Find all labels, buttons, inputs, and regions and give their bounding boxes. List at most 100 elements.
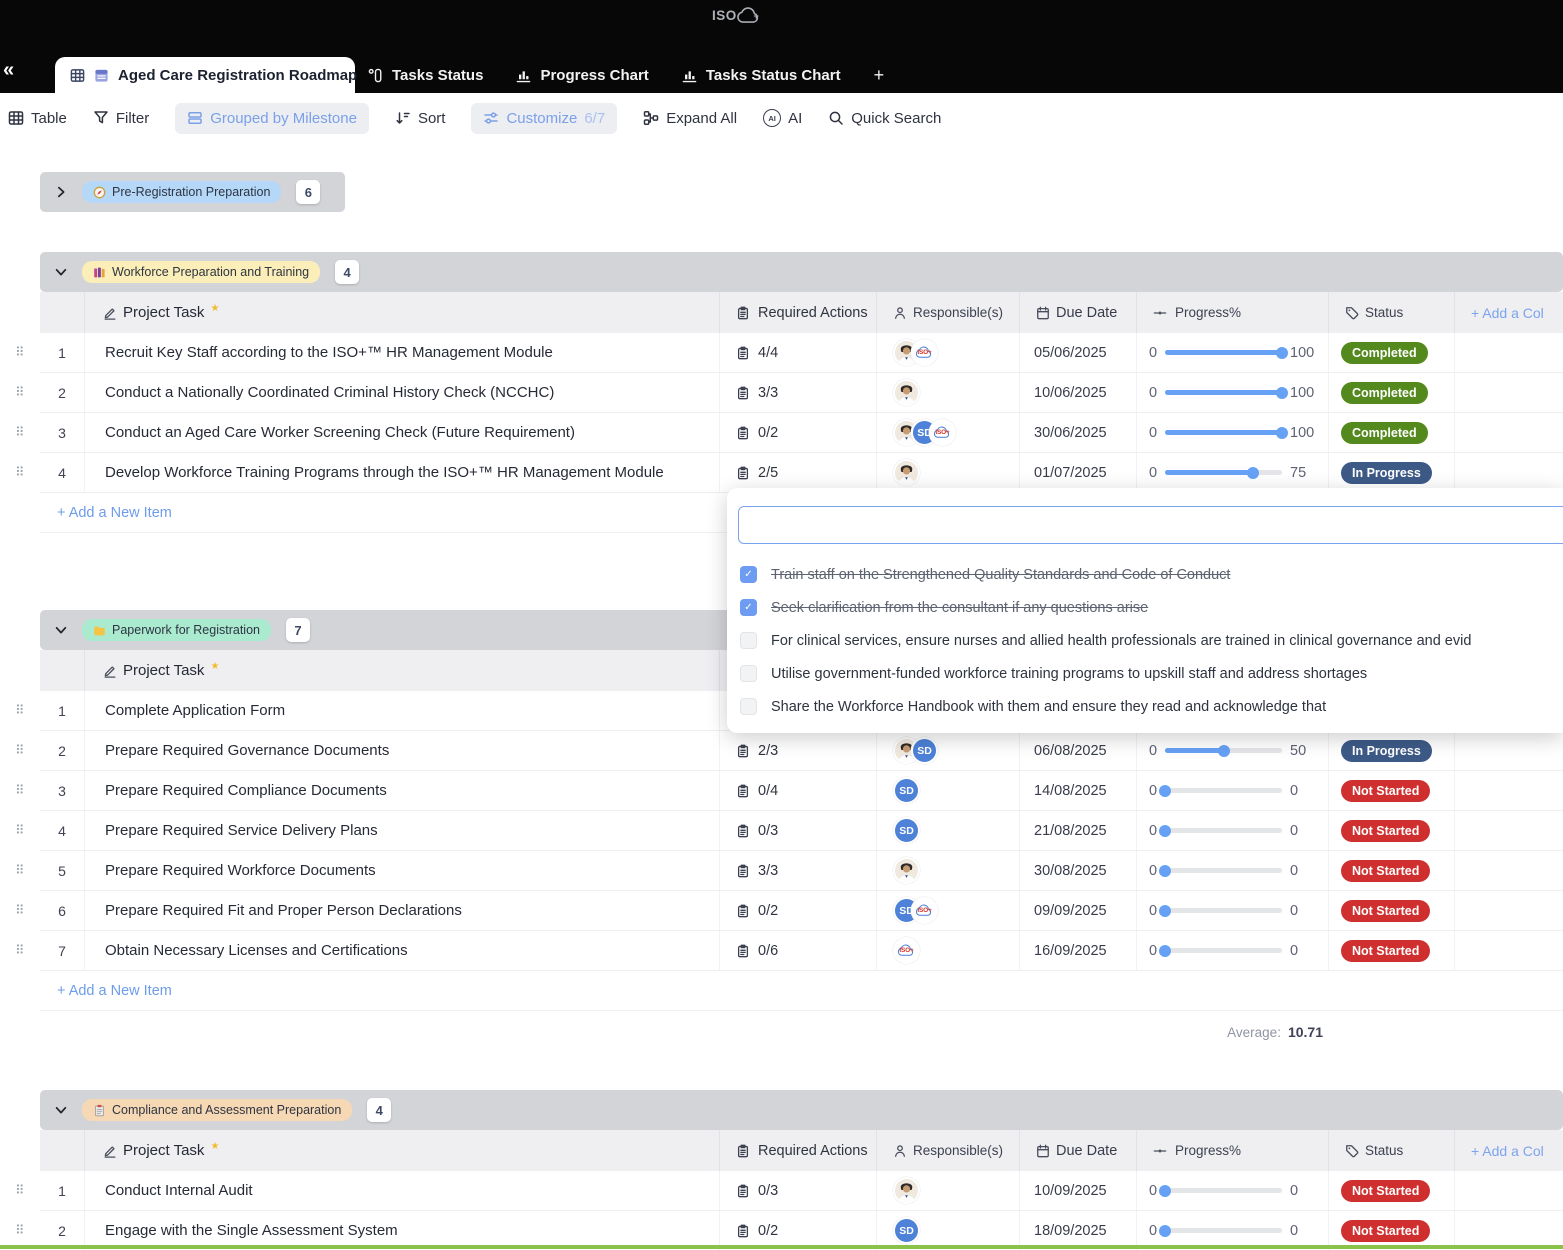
chevron-down-icon[interactable] <box>40 623 82 637</box>
due-date-cell[interactable]: 09/09/2025 <box>1020 891 1137 930</box>
status-badge[interactable]: Not Started <box>1341 820 1430 842</box>
progress-slider[interactable] <box>1165 1228 1282 1233</box>
progress-cell[interactable]: 0 0 <box>1137 891 1329 930</box>
tab-aged-care-registration-roadmap[interactable]: Aged Care Registration Roadmap <box>55 57 355 93</box>
required-actions-cell[interactable]: 0/3 <box>720 811 877 850</box>
ai-button[interactable]: AI AI <box>763 109 802 127</box>
progress-slider[interactable] <box>1165 868 1282 873</box>
drag-handle-icon[interactable]: ⠿ <box>15 903 25 918</box>
required-actions-cell[interactable]: 2/3 <box>720 731 877 770</box>
avatar-person[interactable] <box>893 857 920 884</box>
due-date-cell[interactable]: 05/06/2025 <box>1020 333 1137 372</box>
add-new-item-button[interactable]: + Add a New Item <box>40 971 1563 1011</box>
due-date-cell[interactable]: 10/09/2025 <box>1020 1171 1137 1210</box>
checkbox[interactable] <box>740 698 757 715</box>
required-actions-cell[interactable]: 2/5 <box>720 453 877 492</box>
task-cell[interactable]: Conduct an Aged Care Worker Screening Ch… <box>85 413 720 452</box>
required-actions-cell[interactable]: 4/4 <box>720 333 877 372</box>
progress-cell[interactable]: 0 75 <box>1137 453 1329 492</box>
required-actions-cell[interactable]: 0/4 <box>720 771 877 810</box>
task-cell[interactable]: Prepare Required Governance Documents <box>85 731 720 770</box>
status-badge[interactable]: Not Started <box>1341 860 1430 882</box>
expand-all-button[interactable]: Expand All <box>643 110 737 127</box>
progress-slider[interactable] <box>1165 828 1282 833</box>
progress-slider[interactable] <box>1165 470 1282 475</box>
progress-cell[interactable]: 0 100 <box>1137 333 1329 372</box>
progress-cell[interactable]: 0 100 <box>1137 373 1329 412</box>
task-cell[interactable]: Prepare Required Workforce Documents <box>85 851 720 890</box>
task-cell[interactable]: Develop Workforce Training Programs thro… <box>85 453 720 492</box>
avatar-person[interactable] <box>893 1177 920 1204</box>
status-cell[interactable]: Not Started <box>1329 1171 1455 1210</box>
due-date-cell[interactable]: 16/09/2025 <box>1020 931 1137 970</box>
checkbox-checked[interactable]: ✓ <box>740 566 757 583</box>
responsibles-cell[interactable]: SD <box>877 731 1020 770</box>
responsibles-cell[interactable] <box>877 1171 1020 1210</box>
column-status[interactable]: Status <box>1329 292 1455 333</box>
column-due-date[interactable]: Due Date <box>1020 292 1137 333</box>
column-required-actions[interactable]: Required Actions <box>720 1130 877 1171</box>
progress-cell[interactable]: 0 100 <box>1137 413 1329 452</box>
drag-handle-icon[interactable]: ⠿ <box>15 385 25 400</box>
tab-tasks-status-chart[interactable]: Tasks Status Chart <box>682 67 841 84</box>
due-date-cell[interactable]: 30/08/2025 <box>1020 851 1137 890</box>
avatar-sd[interactable]: SD <box>911 737 938 764</box>
due-date-cell[interactable]: 06/08/2025 <box>1020 731 1137 770</box>
progress-cell[interactable]: 0 0 <box>1137 931 1329 970</box>
drag-handle-icon[interactable]: ⠿ <box>15 1223 25 1238</box>
progress-cell[interactable]: 0 0 <box>1137 1171 1329 1210</box>
status-cell[interactable]: In Progress <box>1329 453 1455 492</box>
drag-handle-icon[interactable]: ⠿ <box>15 823 25 838</box>
drag-handle-icon[interactable]: ⠿ <box>15 1183 25 1198</box>
responsibles-cell[interactable]: SD <box>877 811 1020 850</box>
status-cell[interactable]: Completed <box>1329 373 1455 412</box>
drag-handle-icon[interactable]: ⠿ <box>15 425 25 440</box>
drag-handle-icon[interactable]: ⠿ <box>15 743 25 758</box>
filter-button[interactable]: Filter <box>93 110 149 127</box>
progress-slider[interactable] <box>1165 430 1282 435</box>
task-cell[interactable]: Prepare Required Service Delivery Plans <box>85 811 720 850</box>
avatar-iso[interactable]: ISO+ <box>929 419 956 446</box>
task-cell[interactable]: Prepare Required Fit and Proper Person D… <box>85 891 720 930</box>
responsibles-cell[interactable]: ISO+ <box>877 931 1020 970</box>
column-project-task[interactable]: Project Task ★ <box>85 292 720 333</box>
status-badge[interactable]: Not Started <box>1341 1220 1430 1242</box>
group-header[interactable]: Workforce Preparation and Training 4 <box>40 252 1563 292</box>
chevron-down-icon[interactable] <box>40 265 82 279</box>
progress-slider[interactable] <box>1165 390 1282 395</box>
avatar-iso[interactable]: ISO+ <box>893 937 920 964</box>
task-cell[interactable]: Recruit Key Staff according to the ISO+™… <box>85 333 720 372</box>
responsibles-cell[interactable]: SD <box>877 771 1020 810</box>
column-due-date[interactable]: Due Date <box>1020 1130 1137 1171</box>
responsibles-cell[interactable] <box>877 453 1020 492</box>
status-badge[interactable]: Not Started <box>1341 940 1430 962</box>
required-actions-cell[interactable]: 0/6 <box>720 931 877 970</box>
avatar-iso[interactable]: ISO+ <box>911 897 938 924</box>
avatar-person[interactable] <box>893 379 920 406</box>
drag-handle-icon[interactable]: ⠿ <box>15 703 25 718</box>
responsibles-cell[interactable]: ISO+ <box>877 333 1020 372</box>
status-cell[interactable]: Not Started <box>1329 771 1455 810</box>
progress-cell[interactable]: 0 50 <box>1137 731 1329 770</box>
required-actions-cell[interactable]: 3/3 <box>720 851 877 890</box>
chevron-down-icon[interactable] <box>40 1103 82 1117</box>
status-badge[interactable]: Completed <box>1341 382 1428 404</box>
checklist-item[interactable]: ✓ Seek clarification from the consultant… <box>740 591 1563 624</box>
progress-cell[interactable]: 0 0 <box>1137 811 1329 850</box>
column-project-task[interactable]: Project Task ★ <box>85 650 720 691</box>
progress-slider[interactable] <box>1165 350 1282 355</box>
drag-handle-icon[interactable]: ⠿ <box>15 943 25 958</box>
required-actions-cell[interactable]: 0/3 <box>720 1171 877 1210</box>
progress-slider[interactable] <box>1165 908 1282 913</box>
due-date-cell[interactable]: 14/08/2025 <box>1020 771 1137 810</box>
responsibles-cell[interactable]: SD ISO+ <box>877 891 1020 930</box>
status-cell[interactable]: Completed <box>1329 413 1455 452</box>
sort-button[interactable]: Sort <box>395 110 446 127</box>
tab-progress-chart[interactable]: Progress Chart <box>516 67 648 84</box>
task-cell[interactable]: Obtain Necessary Licenses and Certificat… <box>85 931 720 970</box>
checkbox[interactable] <box>740 632 757 649</box>
column-project-task[interactable]: Project Task ★ <box>85 1130 720 1171</box>
task-cell[interactable]: Conduct a Nationally Coordinated Crimina… <box>85 373 720 412</box>
progress-slider[interactable] <box>1165 788 1282 793</box>
checklist-item[interactable]: Utilise government-funded workforce trai… <box>740 657 1563 690</box>
